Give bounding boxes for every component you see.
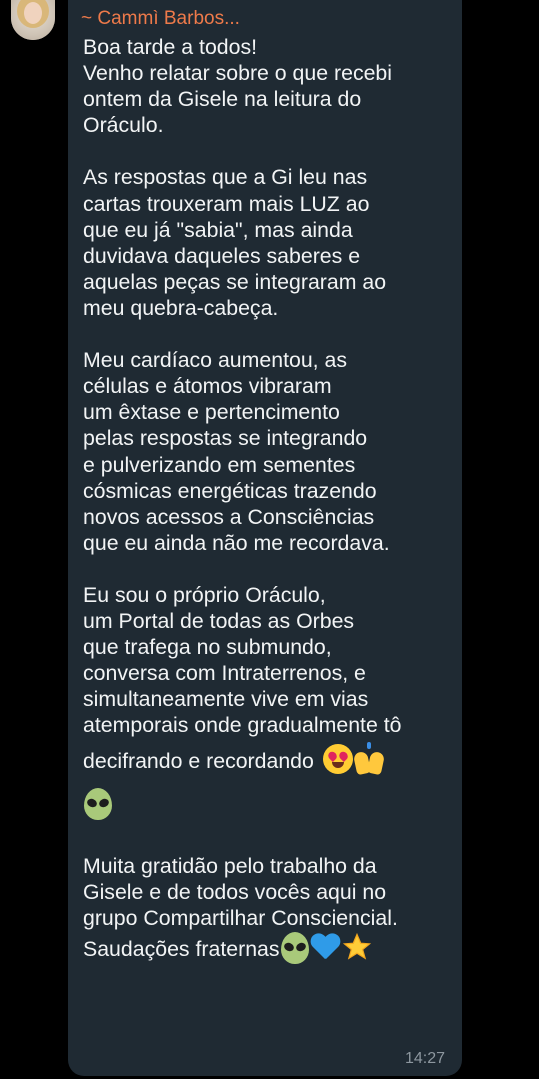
paragraph-2: As respostas que a Gi leu nas cartas tro… — [83, 164, 453, 321]
paragraph-1: Boa tarde a todos! Venho relatar sobre o… — [83, 34, 453, 138]
text-line: novos acessos a Consciências — [83, 504, 375, 529]
text-line-with-emoji: decifrando e recordando — [83, 739, 453, 783]
paragraph-5: Muita gratidão pelo trabalho da Gisele e… — [83, 853, 453, 967]
text-line: grupo Compartilhar Consciencial. — [83, 905, 398, 930]
text-line: que eu já "sabia", mas ainda — [83, 217, 353, 242]
text-line: Oráculo. — [83, 113, 164, 138]
text-line: que trafega no submundo, — [83, 635, 332, 660]
text-line: células e átomos vibraram — [83, 374, 332, 399]
text-line: Boa tarde a todos! — [83, 35, 258, 59]
text-line: Venho relatar sobre o que recebi — [83, 61, 393, 86]
text-line: meu quebra-cabeça. — [83, 295, 279, 320]
alien-emoji-line — [83, 783, 453, 827]
text-line: conversa com Intraterrenos, e — [83, 661, 366, 686]
text-line: aquelas peças se integraram ao — [83, 269, 387, 294]
text-line: As respostas que a Gi leu nas — [83, 165, 368, 190]
text-line: que eu ainda não me recordava. — [83, 530, 390, 555]
avatar[interactable] — [11, 0, 55, 40]
text-line: um Portal de todas as Orbes — [83, 609, 355, 634]
blue-heart-emoji-icon — [310, 932, 342, 962]
text-line: e pulverizando em sementes — [83, 452, 356, 477]
text-line: Gisele e de todos vocês aqui no — [83, 879, 387, 904]
message-timestamp: 14:27 — [405, 1050, 446, 1067]
alien-emoji-icon — [83, 787, 113, 820]
text-line: duvidava daqueles saberes e — [83, 243, 361, 268]
text-line: Eu sou o próprio Oráculo, — [83, 582, 326, 607]
chat-screen: ~ Cammì Barbos... Boa tarde a todos! Ven… — [0, 0, 539, 1079]
paragraph-4: Eu sou o próprio Oráculo, um Portal de t… — [83, 582, 453, 827]
avatar-face — [24, 2, 42, 24]
text-line: cósmicas energéticas trazendo — [83, 478, 377, 503]
text-line: simultaneamente vive em vias — [83, 687, 369, 712]
text-line: decifrando e recordando — [83, 748, 314, 773]
heart-eyes-emoji-icon — [322, 743, 353, 774]
raising-hands-emoji-icon — [352, 741, 385, 775]
text-line-with-emoji: Saudações fraternas — [83, 931, 453, 967]
text-line: Meu cardíaco aumentou, as — [83, 348, 347, 373]
alien-emoji-icon — [280, 931, 310, 964]
paragraph-3: Meu cardíaco aumentou, as células e átom… — [83, 347, 453, 556]
text-line: atemporais onde gradualmente tô — [83, 713, 402, 738]
sender-name[interactable]: ~ Cammì Barbos... — [81, 6, 240, 32]
text-line: Muita gratidão pelo trabalho da — [83, 853, 377, 878]
text-line: pelas respostas se integrando — [83, 426, 368, 451]
text-line: cartas trouxeram mais LUZ ao — [83, 191, 370, 216]
text-line: ontem da Gisele na leitura do — [83, 87, 362, 112]
star-emoji-icon — [342, 932, 371, 960]
message-body: Boa tarde a todos! Venho relatar sobre o… — [83, 34, 453, 993]
text-line: Saudações fraternas — [83, 936, 280, 961]
text-line: um êxtase e pertencimento — [83, 400, 340, 425]
